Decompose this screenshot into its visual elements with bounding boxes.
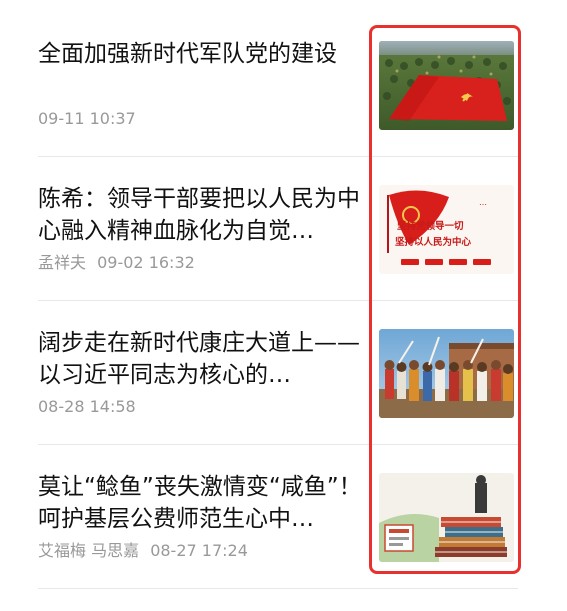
article-meta: 孟祥夫 09-02 16:32	[38, 253, 201, 273]
article-author: 艾福梅 马思嘉	[38, 541, 140, 560]
article-author: 孟祥夫	[38, 253, 87, 272]
banner-line-2: 坚持以人民为中心	[395, 236, 472, 248]
article-item[interactable]: 全面加强新时代军队党的建设 09-11 10:37	[38, 12, 518, 157]
article-item[interactable]: 阔步走在新时代康庄大道上——以习近平同志为核心的… 08-28 14:58	[38, 301, 518, 445]
article-list: 全面加强新时代军队党的建设 09-11 10:37 陈希：领导干部要把以人民为中…	[38, 12, 518, 589]
article-item[interactable]: 陈希：领导干部要把以人民为中心融入精神血脉化为自觉… 孟祥夫 09-02 16:…	[38, 157, 518, 301]
article-title[interactable]: 陈希：领导干部要把以人民为中心融入精神血脉化为自觉…	[38, 183, 368, 247]
article-item[interactable]: 莫让“鲶鱼”丧失激情变“咸鱼”！呵护基层公费师范生心中… 艾福梅 马思嘉 08-…	[38, 445, 518, 589]
crowd-gathering-photo	[379, 329, 514, 418]
news-feed-page: 全面加强新时代军队党的建设 09-11 10:37 陈希：领导干部要把以人民为中…	[0, 0, 567, 611]
article-time: 09-02 16:32	[97, 253, 195, 272]
article-thumbnail[interactable]: … 坚持党领导一切 坚持以人民为中心	[379, 185, 514, 274]
banner-line-1: 坚持党领导一切	[397, 220, 464, 232]
article-title[interactable]: 莫让“鲶鱼”丧失激情变“咸鱼”！呵护基层公费师范生心中…	[38, 471, 368, 535]
article-thumbnail[interactable]	[379, 41, 514, 130]
party-flag-banner: … 坚持党领导一切 坚持以人民为中心	[379, 185, 514, 274]
article-time: 09-11 10:37	[38, 109, 136, 128]
article-title[interactable]: 全面加强新时代军队党的建设	[38, 38, 368, 70]
article-time: 08-28 14:58	[38, 397, 136, 416]
article-meta: 艾福梅 马思嘉 08-27 17:24	[38, 541, 254, 561]
red-flag-field-photo	[379, 41, 514, 130]
svg-text:…: …	[479, 198, 487, 207]
article-meta: 08-28 14:58	[38, 397, 142, 417]
teacher-books-cartoon	[379, 473, 514, 562]
article-thumbnail[interactable]	[379, 473, 514, 562]
article-thumbnail[interactable]	[379, 329, 514, 418]
article-meta: 09-11 10:37	[38, 109, 142, 129]
article-title[interactable]: 阔步走在新时代康庄大道上——以习近平同志为核心的…	[38, 327, 368, 391]
article-time: 08-27 17:24	[150, 541, 248, 560]
